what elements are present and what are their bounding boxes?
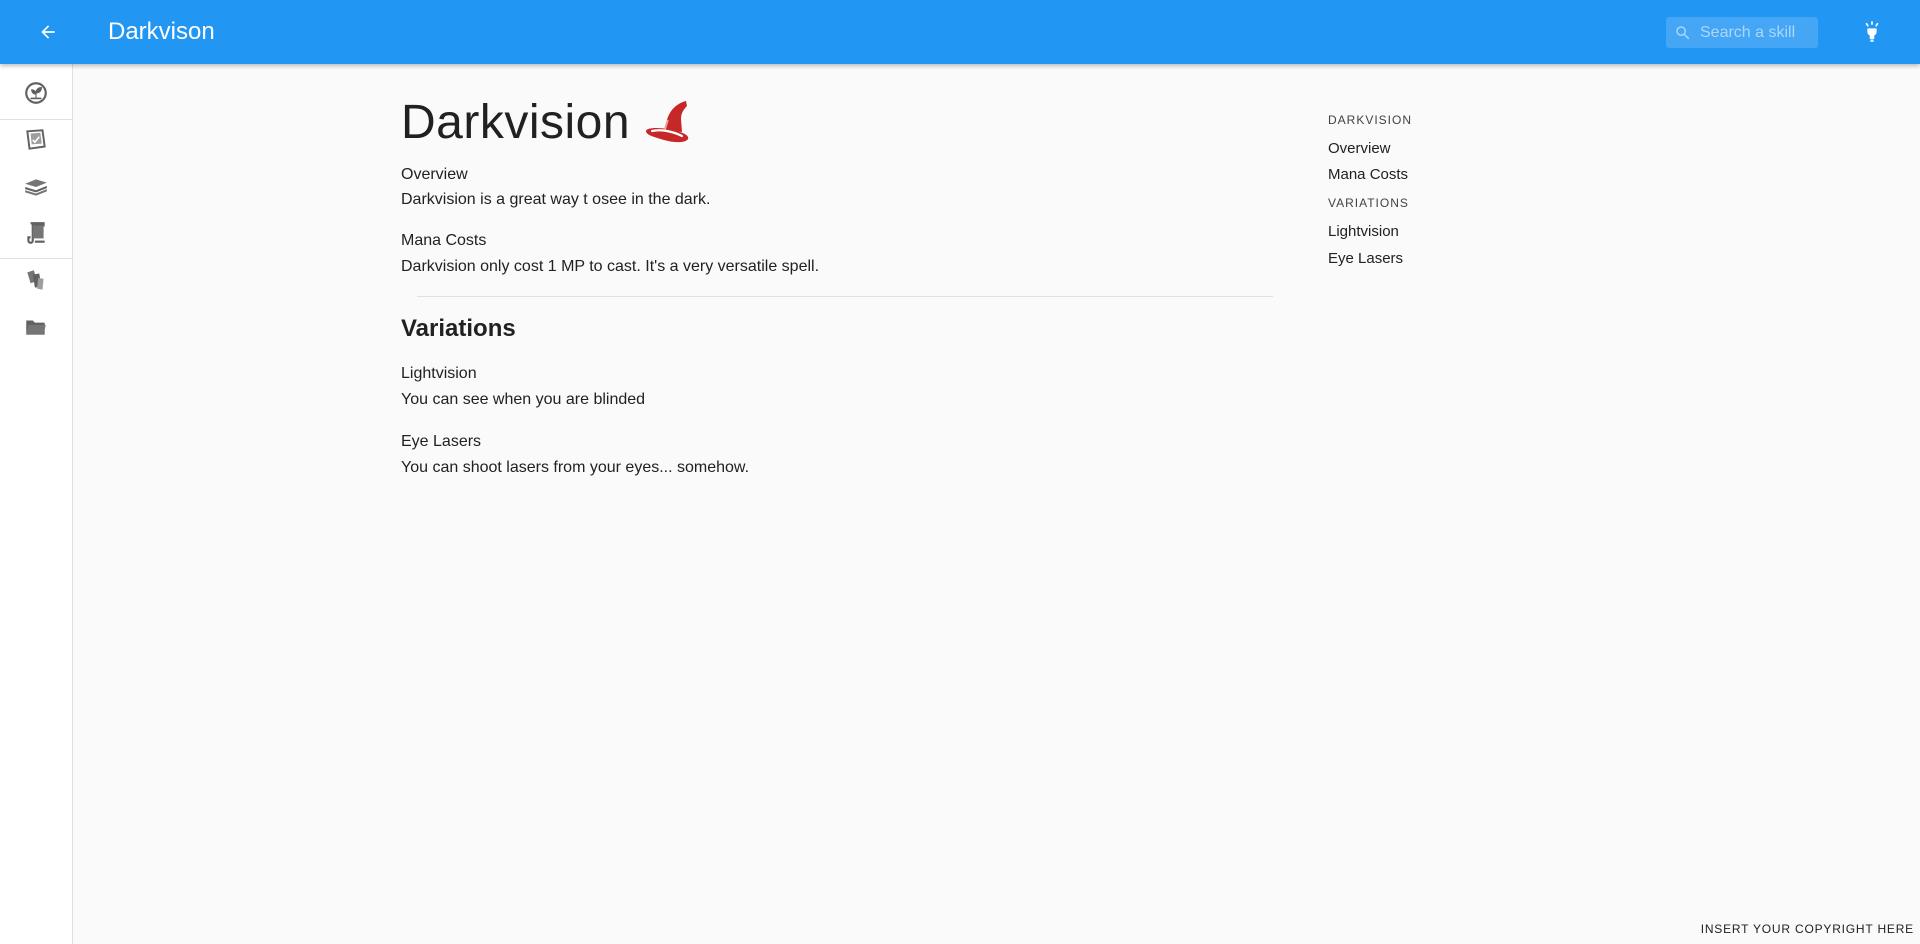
mana-costs-text: Darkvision only cost 1 MP to cast. It's … (401, 258, 820, 275)
search-box[interactable] (1666, 17, 1818, 48)
notebook-icon (26, 129, 46, 150)
toc-section-header: DARKVISION (1328, 113, 1413, 127)
rail-item-scrolls[interactable] (0, 210, 72, 256)
rail-item-cards[interactable] (0, 257, 72, 303)
rail-item-folders[interactable] (0, 304, 72, 350)
search-icon (1676, 26, 1690, 40)
rail-item-notebook[interactable] (0, 117, 72, 163)
toc-link-overview[interactable]: Overview (1328, 139, 1391, 159)
wizard-hat-icon (646, 101, 689, 143)
search-input[interactable] (1698, 17, 1814, 48)
toc-section-header: VARIATIONS (1328, 196, 1409, 210)
copyright-text: INSERT YOUR COPYRIGHT HERE (1700, 922, 1914, 936)
cards-icon (27, 270, 44, 290)
theme-toggle-button[interactable] (1858, 18, 1886, 46)
arrow-left-icon (41, 25, 55, 39)
side-rail (0, 64, 73, 944)
page-title-row: Darkvision (401, 88, 694, 158)
toc-link-lightvision[interactable]: Lightvision (1328, 222, 1399, 242)
overview-heading: Overview (401, 166, 468, 183)
variation-text: You can shoot lasers from your eyes... s… (401, 459, 750, 476)
rail-item-books[interactable] (0, 164, 72, 210)
book-stack-icon (25, 179, 47, 196)
lightbulb-icon (1865, 21, 1879, 42)
mana-costs-heading: Mana Costs (401, 232, 487, 249)
back-button[interactable] (32, 16, 64, 48)
variation-heading: Lightvision (401, 365, 477, 382)
toc-link-mana-costs[interactable]: Mana Costs (1328, 165, 1408, 185)
overview-text: Darkvision is a great way t osee in the … (401, 191, 711, 208)
variation-heading: Eye Lasers (401, 433, 482, 450)
rail-item-skills[interactable] (0, 70, 72, 116)
section-divider (417, 296, 1273, 297)
app-bar: Darkvison (0, 0, 1920, 64)
folder-icon (26, 320, 46, 335)
toc-link-eye-lasers[interactable]: Eye Lasers (1328, 249, 1403, 269)
variation-text: You can see when you are blinded (401, 391, 646, 408)
variations-title: Variations (401, 315, 516, 342)
app-title: Darkvison (108, 18, 215, 45)
scroll-icon (27, 222, 45, 244)
sprout-circle-icon (25, 82, 47, 104)
page-title: Darkvision (401, 96, 631, 149)
